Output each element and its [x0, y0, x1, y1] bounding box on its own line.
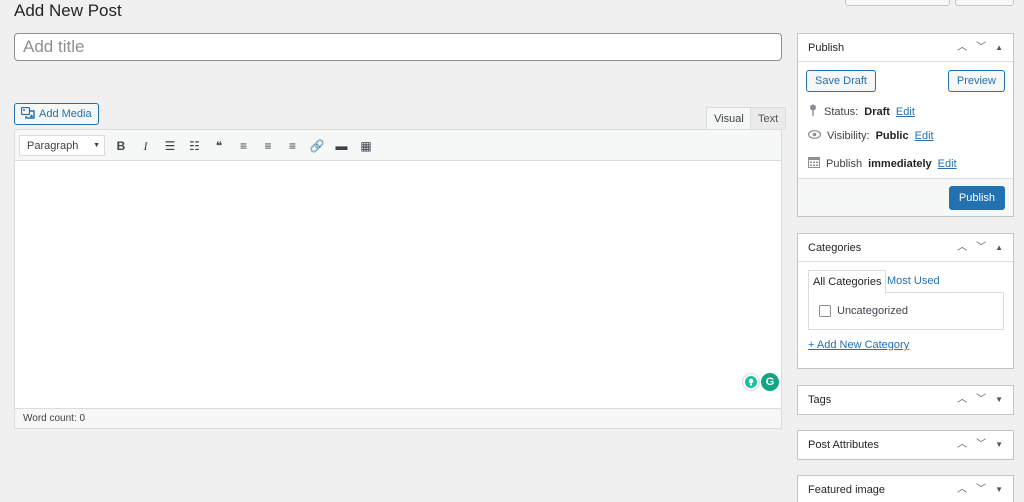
read-more-button[interactable]: ▬ [332, 136, 352, 156]
add-new-category-link[interactable]: + Add New Category [808, 339, 909, 351]
editor-body[interactable] [15, 161, 781, 410]
visibility-row: Visibility: Public Edit [807, 130, 934, 142]
publish-time-row: Publish immediately Edit [808, 156, 957, 171]
editor-toolbar: Paragraph ▼ B I ☰ ☷ ❝ ≡ ≡ ≡ 🔗 ▬ ▦ [15, 130, 781, 161]
triangle-down-icon[interactable]: ▼ [995, 386, 1003, 414]
bold-button[interactable]: B [111, 136, 131, 156]
categories-box-title: Categories [808, 242, 862, 254]
categories-box-header: Categories ︿ ﹀ ▲ [798, 234, 1013, 262]
triangle-down-icon[interactable]: ▼ [995, 476, 1003, 502]
publish-value: immediately [868, 157, 932, 170]
chevron-down-icon[interactable]: ﹀ [976, 431, 986, 459]
tab-visual[interactable]: Visual [706, 107, 752, 130]
tags-box-header[interactable]: Tags ︿ ﹀ ▼ [798, 386, 1013, 414]
bulleted-list-button[interactable]: ☰ [160, 136, 180, 156]
tags-box-title: Tags [808, 394, 832, 406]
publish-box-header: Publish ︿ ﹀ ▲ [798, 34, 1013, 62]
align-left-button[interactable]: ≡ [234, 136, 254, 156]
chevron-down-icon[interactable]: ﹀ [976, 386, 986, 414]
publish-box: Publish ︿ ﹀ ▲ Save Draft Preview Status:… [797, 33, 1014, 217]
publish-box-title: Publish [808, 42, 845, 54]
triangle-down-icon[interactable]: ▼ [995, 431, 1003, 459]
edit-status-link[interactable]: Edit [896, 106, 915, 118]
toolbar-toggle-button[interactable]: ▦ [356, 136, 376, 156]
chevron-up-icon[interactable]: ︿ [957, 476, 967, 502]
add-media-button[interactable]: Add Media [14, 103, 99, 125]
content-editor: Paragraph ▼ B I ☰ ☷ ❝ ≡ ≡ ≡ 🔗 ▬ ▦ G Word count: 0 [14, 129, 782, 429]
checkbox[interactable] [819, 305, 831, 317]
lightbulb-icon[interactable] [742, 373, 760, 391]
add-media-label: Add Media [39, 108, 92, 120]
caret-down-icon: ▼ [93, 142, 100, 149]
chevron-up-icon[interactable]: ︿ [957, 234, 967, 262]
featured-image-box: Featured image ︿ ﹀ ▼ [797, 475, 1014, 502]
post-attributes-box-header[interactable]: Post Attributes ︿ ﹀ ▼ [798, 431, 1013, 459]
help-button[interactable] [955, 0, 1014, 6]
format-select-value: Paragraph [27, 139, 79, 152]
post-title-input[interactable] [14, 33, 782, 61]
visibility-label: Visibility: [827, 130, 870, 142]
align-right-button[interactable]: ≡ [283, 136, 303, 156]
blockquote-button[interactable]: ❝ [209, 136, 229, 156]
publish-actions: Publish [798, 178, 1013, 216]
word-count: Word count: 0 [15, 408, 781, 428]
chevron-down-icon[interactable]: ﹀ [976, 476, 986, 502]
italic-button[interactable]: I [136, 136, 156, 156]
list-item[interactable]: Uncategorized [819, 305, 908, 317]
post-attributes-box-title: Post Attributes [808, 439, 879, 451]
chevron-down-icon[interactable]: ﹀ [976, 234, 986, 262]
chevron-up-icon[interactable]: ︿ [957, 431, 967, 459]
featured-image-box-header[interactable]: Featured image ︿ ﹀ ▼ [798, 476, 1013, 502]
status-value: Draft [864, 105, 890, 118]
visibility-value: Public [875, 130, 909, 142]
media-icon [20, 106, 35, 122]
eye-icon [807, 130, 822, 142]
numbered-list-button[interactable]: ☷ [185, 136, 205, 156]
chevron-down-icon[interactable]: ﹀ [976, 34, 986, 62]
preview-button[interactable]: Preview [947, 70, 1005, 92]
tab-most-used[interactable]: Most Used [883, 270, 944, 294]
status-label: Status: [824, 105, 859, 118]
chevron-up-icon[interactable]: ︿ [957, 34, 967, 62]
publish-button[interactable]: Publish [948, 186, 1005, 210]
post-attributes-box: Post Attributes ︿ ﹀ ▼ [797, 430, 1014, 460]
format-select[interactable]: Paragraph ▼ [19, 135, 105, 156]
triangle-up-icon[interactable]: ▲ [995, 234, 1003, 262]
category-list: Uncategorized [808, 292, 1004, 330]
insert-link-button[interactable]: 🔗 [307, 136, 327, 156]
triangle-up-icon[interactable]: ▲ [995, 34, 1003, 62]
save-draft-button[interactable]: Save Draft [806, 70, 876, 92]
calendar-icon [808, 156, 820, 171]
pin-icon [808, 104, 818, 119]
publish-label: Publish [826, 157, 863, 170]
categories-box: Categories ︿ ﹀ ▲ All Categories Most Use… [797, 233, 1014, 369]
edit-visibility-link[interactable]: Edit [915, 130, 934, 142]
edit-publish-time-link[interactable]: Edit [938, 158, 957, 170]
tab-all-categories[interactable]: All Categories [808, 270, 887, 294]
grammarly-icon[interactable]: G [761, 373, 779, 391]
status-row: Status: Draft Edit [808, 104, 915, 119]
tags-box: Tags ︿ ﹀ ▼ [797, 385, 1014, 415]
align-center-button[interactable]: ≡ [258, 136, 278, 156]
featured-image-box-title: Featured image [808, 484, 886, 496]
screen-options-button[interactable] [845, 0, 950, 6]
category-label: Uncategorized [837, 305, 908, 317]
chevron-up-icon[interactable]: ︿ [957, 386, 967, 414]
page-title: Add New Post [14, 1, 122, 20]
tab-text[interactable]: Text [750, 107, 787, 130]
